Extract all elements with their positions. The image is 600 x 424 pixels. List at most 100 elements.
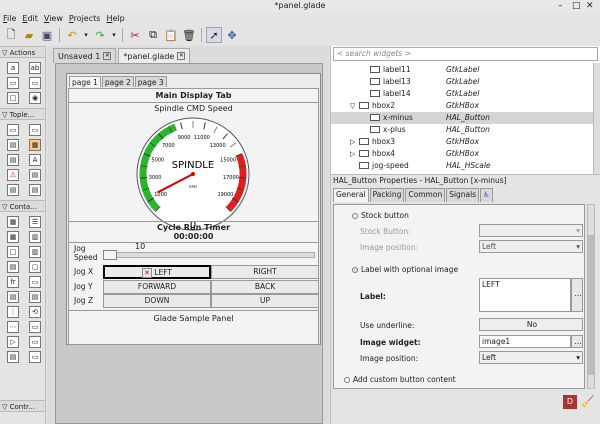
search-widgets-input[interactable]: < search widgets > (333, 47, 598, 61)
tree-row-label13[interactable]: label13 GtkLabel (331, 76, 593, 88)
label-frame-icon[interactable]: fr (7, 276, 19, 288)
jog-back-button[interactable]: BACK (211, 280, 319, 294)
image-position2-combo[interactable]: Left ▾ (479, 351, 583, 364)
toolbar-icon[interactable]: ▭ (29, 336, 41, 348)
copy-icon[interactable]: ⧉ (145, 27, 161, 43)
paste-icon[interactable]: 📋 (163, 27, 179, 43)
tab-signals[interactable]: Signals (446, 188, 480, 202)
tab-page-3[interactable]: page 3 (134, 76, 167, 87)
window-icon[interactable]: ▭ (7, 124, 19, 136)
stock-button-radio[interactable]: Stock button (352, 211, 409, 220)
undo-icon[interactable]: ↶ (64, 27, 80, 43)
file-chooser-icon[interactable]: ▤ (7, 139, 19, 151)
action-icon[interactable]: □ (7, 92, 19, 104)
close-tab-icon[interactable]: ✕ (177, 52, 186, 60)
message-icon[interactable]: ▤ (7, 184, 19, 196)
jog-left-button[interactable]: ✕ LEFT (103, 265, 211, 279)
tab-common[interactable]: Common (405, 188, 446, 202)
action-icon[interactable]: ab (29, 62, 41, 74)
handle-box-icon[interactable]: ▭ (29, 321, 41, 333)
tree-row-jog-speed[interactable]: jog-speed HAL_HScale (331, 160, 593, 172)
redo-dropdown-icon[interactable]: ▾ (110, 27, 118, 43)
palette-section-controls[interactable]: ▽ Contr... (0, 400, 45, 412)
color-dialog-icon[interactable]: ▦ (29, 139, 41, 151)
label-edit-button[interactable]: … (571, 278, 583, 312)
tree-row-label14[interactable]: label14 GtkLabel (331, 88, 593, 100)
arrow-icon[interactable]: ▷ (7, 336, 19, 348)
tree-row-x-plus[interactable]: x-plus HAL_Button (331, 124, 593, 136)
about-icon[interactable]: ▤ (7, 154, 19, 166)
action-icon[interactable]: ▭ (29, 77, 41, 89)
menu-view[interactable]: View (41, 12, 66, 25)
close-tab-icon[interactable]: ✕ (103, 52, 112, 60)
label-optional-image-radio[interactable]: Label with optional image (352, 265, 458, 274)
status-icon[interactable]: ▭ (29, 351, 41, 363)
action-icon[interactable]: ▭ (7, 77, 19, 89)
accessibility-icon[interactable]: ♿ (480, 188, 493, 202)
debug-icon[interactable]: D (563, 395, 577, 409)
jog-speed-slider-handle[interactable] (103, 250, 117, 260)
scrollbar-thumb[interactable] (588, 235, 594, 375)
properties-scrollbar[interactable] (587, 204, 595, 389)
menu-help[interactable]: Help (103, 12, 127, 25)
event-box-icon[interactable]: ⟲ (29, 306, 41, 318)
panel-window[interactable]: page 1 page 2 page 3 Main Display Tab Sp… (66, 73, 321, 345)
custom-content-radio[interactable]: Add custom button content (344, 375, 456, 384)
tab-packing[interactable]: Packing (369, 188, 405, 202)
jog-right-button[interactable]: RIGHT (211, 265, 319, 279)
expander-icon[interactable]: ▭ (29, 276, 41, 288)
minimize-icon[interactable]: – (558, 0, 563, 12)
alignment-icon[interactable]: ⋮ (7, 306, 19, 318)
image-widget-button[interactable]: … (571, 335, 583, 348)
open-folder-icon[interactable]: ▰ (21, 27, 37, 43)
tree-scrollbar[interactable] (593, 63, 600, 174)
jog-forward-button[interactable]: FORWARD (103, 280, 211, 294)
palette-section-containers[interactable]: ▽ Conta... (0, 200, 45, 212)
cut-icon[interactable]: ✂ (127, 27, 143, 43)
jog-speed-slider[interactable] (103, 250, 315, 260)
expander-closed-icon[interactable]: ▷ (350, 148, 355, 160)
select-pointer-icon[interactable]: ➚ (206, 27, 222, 43)
doc-tab-panel-glade[interactable]: *panel.glade ✕ (118, 48, 191, 63)
save-icon[interactable]: ▣ (39, 27, 55, 43)
scroll-icon[interactable]: ▤ (7, 291, 19, 303)
action-icon[interactable]: ◉ (29, 92, 41, 104)
use-underline-toggle[interactable]: No (479, 318, 583, 331)
design-canvas[interactable]: page 1 page 2 page 3 Main Display Tab Sp… (55, 63, 323, 424)
image-widget-field[interactable]: image1 (479, 335, 571, 348)
font-dialog-icon[interactable]: A (29, 154, 41, 166)
tree-row-x-minus[interactable]: x-minus HAL_Button (331, 112, 593, 124)
tree-row-hbox2[interactable]: ▽ hbox2 GtkHBox (331, 100, 593, 112)
assistant-icon[interactable]: ▤ (29, 169, 41, 181)
viewport-icon[interactable]: ▤ (29, 291, 41, 303)
table-icon[interactable]: ▦ (7, 231, 19, 243)
stock-button-combo[interactable]: ▾ (479, 224, 583, 237)
menu-icon[interactable]: ▤ (7, 351, 19, 363)
expander-closed-icon[interactable]: ▷ (350, 136, 355, 148)
palette-section-actions[interactable]: ▽ Actions (0, 46, 45, 58)
frame-icon[interactable]: ▢ (29, 261, 41, 273)
fixed-icon[interactable]: □ (7, 246, 19, 258)
menu-projects[interactable]: Projects (66, 12, 104, 25)
tab-page-2[interactable]: page 2 (101, 76, 134, 87)
maximize-icon[interactable]: □ (572, 0, 581, 12)
notebook-icon[interactable]: ▤ (7, 261, 19, 273)
jog-down-button[interactable]: DOWN (103, 294, 211, 308)
new-file-icon[interactable]: 🗋 (3, 27, 19, 43)
drag-resize-icon[interactable]: ✥ (224, 27, 240, 43)
grid-icon[interactable]: ▦ (7, 216, 19, 228)
layout-icon[interactable]: ⋯ (7, 321, 19, 333)
action-icon[interactable]: a (7, 62, 19, 74)
label-text-area[interactable]: LEFT (479, 278, 571, 312)
delete-icon[interactable]: 🗑 (181, 27, 197, 43)
pane-icon[interactable]: ▥ (29, 246, 41, 258)
image-position-combo[interactable]: Left ▾ (479, 240, 583, 253)
warning-icon[interactable]: ⚠ (7, 169, 19, 181)
close-icon[interactable]: ✕ (586, 0, 594, 12)
menu-edit[interactable]: Edit (19, 12, 41, 25)
clear-icon[interactable]: 🧹 (581, 395, 595, 409)
palette-section-toplevels[interactable]: ▽ Tople... (0, 108, 45, 120)
jog-up-button[interactable]: UP (211, 294, 319, 308)
dialog-icon[interactable]: ▭ (29, 124, 41, 136)
tree-row-label11[interactable]: label11 GtkLabel (331, 64, 593, 76)
